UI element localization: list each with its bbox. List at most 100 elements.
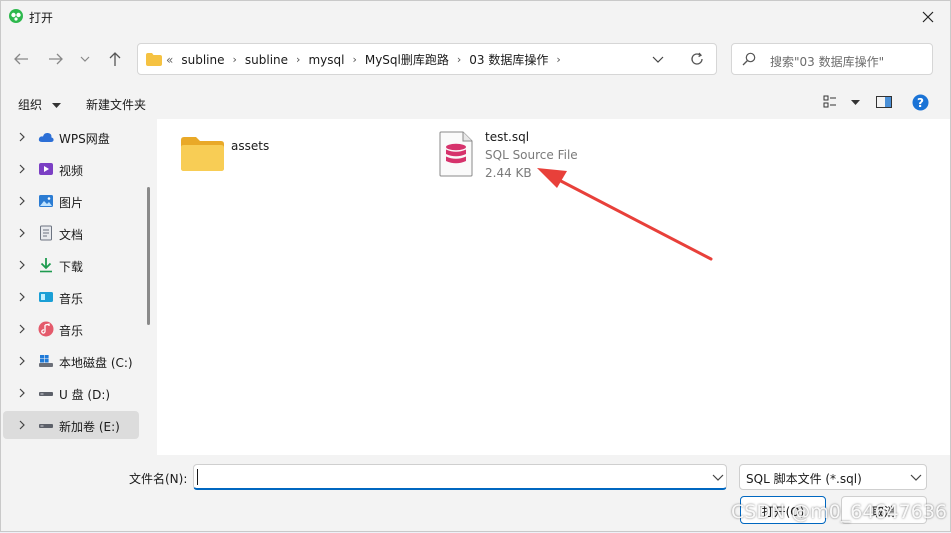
sidebar-scrollbar[interactable] [147,187,150,325]
organize-button[interactable]: 组织 [18,96,61,113]
navigation-bar: « subline › subline › mysql › MySql删库跑路 … [1,35,950,83]
breadcrumb-item[interactable]: subline [245,53,288,67]
breadcrumb-separator-icon[interactable]: › [296,53,300,66]
sidebar-item-downloads[interactable]: 下载 [3,251,139,279]
sidebar-item-label: WPS网盘 [59,132,110,146]
sidebar-item-label: 下载 [59,260,84,274]
sidebar-item-videos[interactable]: 视频 [3,155,139,183]
close-button[interactable] [912,5,944,29]
footer-bar: 文件名(N): SQL 脚本文件 (*.sql) 打开(O) 取消 [1,455,950,531]
address-bar[interactable]: « subline › subline › mysql › MySql删库跑路 … [137,43,717,75]
video-icon [39,163,53,175]
filename-label: 文件名(N): [129,472,188,486]
command-bar: 组织 新建文件夹 ? [1,89,950,117]
search-icon [742,52,756,66]
caret-down-icon [850,100,860,105]
organize-label: 组织 [18,98,43,112]
sidebar-item-label: 新加卷 (E:) [59,420,120,434]
breadcrumb-item[interactable]: mysql [308,53,344,67]
breadcrumb-item[interactable]: subline [181,53,224,67]
sidebar-item-drive-e[interactable]: 新加卷 (E:) [3,411,139,439]
open-button[interactable]: 打开(O) [740,496,826,524]
chevron-down-icon[interactable] [712,472,724,482]
sql-file-icon [439,131,473,177]
title-bar: 打开 [1,1,950,33]
sidebar-item-music-2[interactable]: 音乐 [3,315,139,343]
drive-icon [39,424,53,428]
chevron-right-icon[interactable] [19,324,26,334]
filename-field[interactable] [193,464,727,490]
chevron-right-icon[interactable] [19,356,26,366]
filetype-select[interactable]: SQL 脚本文件 (*.sql) [739,464,927,490]
folder-icon [181,137,224,171]
music-icon [38,321,54,337]
chevron-right-icon[interactable] [19,164,26,174]
file-size: 2.44 KB [485,166,532,180]
back-button[interactable] [10,49,32,69]
recent-locations-button[interactable] [75,49,95,69]
chevron-down-icon [80,56,90,62]
sidebar-item-pictures[interactable]: 图片 [3,187,139,215]
cloud-icon [38,132,54,142]
text-caret [197,469,198,485]
chevron-right-icon[interactable] [19,292,26,302]
chevron-right-icon[interactable] [19,228,26,238]
sidebar-item-drive-d[interactable]: U 盘 (D:) [3,379,139,407]
music-app-icon [39,292,53,302]
view-options-button[interactable] [823,95,860,112]
search-input[interactable]: 搜索"03 数据库操作" [770,53,884,70]
address-dropdown-icon[interactable] [652,54,664,64]
breadcrumb-separator-icon[interactable]: › [457,53,461,66]
caret-down-icon [51,102,61,108]
cancel-button-label: 取消 [871,505,896,519]
new-folder-button[interactable]: 新建文件夹 [86,96,146,113]
sidebar-item-drive-c[interactable]: 本地磁盘 (C:) [3,347,139,375]
breadcrumb-separator-icon[interactable]: › [556,53,560,66]
chevron-right-icon[interactable] [19,420,26,430]
file-name[interactable]: assets [231,139,269,153]
app-logo-icon [9,9,23,23]
window-title: 打开 [29,11,54,25]
chevron-right-icon[interactable] [19,132,26,142]
arrow-right-icon [49,53,63,65]
breadcrumb-separator-icon[interactable]: › [352,53,356,66]
breadcrumb-overflow[interactable]: « [166,53,173,67]
sidebar-item-label: 音乐 [59,324,84,338]
cancel-button[interactable]: 取消 [841,496,927,524]
help-icon: ? [912,94,929,111]
svg-text:?: ? [917,96,924,110]
sidebar-item-label: 文档 [59,228,84,242]
arrow-up-icon [109,52,121,66]
refresh-icon[interactable] [690,52,704,66]
arrow-left-icon [14,53,28,65]
open-button-label: 打开(O) [761,505,805,519]
up-button[interactable] [104,49,126,69]
chevron-right-icon[interactable] [19,388,26,398]
file-type: SQL Source File [485,148,578,162]
close-icon [922,11,934,23]
help-button[interactable]: ? [912,94,929,114]
breadcrumb-separator-icon[interactable]: › [232,53,236,66]
sidebar-item-label: U 盘 (D:) [59,388,111,402]
open-file-dialog: 打开 « subline › subline › mysql › MySql删库… [0,0,951,532]
file-name[interactable]: test.sql [485,130,529,144]
document-icon [40,225,52,241]
view-list-icon [823,95,836,108]
sidebar-item-music[interactable]: 音乐 [3,283,139,311]
sidebar-item-documents[interactable]: 文档 [3,219,139,247]
filetype-value: SQL 脚本文件 (*.sql) [746,472,862,486]
chevron-right-icon[interactable] [19,260,26,270]
navigation-pane: WPS网盘 视频 图片 文档 下载 音乐 音乐 本地磁盘 (C:) U 盘 (D… [1,119,147,455]
breadcrumb-item[interactable]: MySql删库跑路 [365,51,449,68]
sidebar-item-label: 图片 [59,196,84,210]
usb-drive-icon [39,392,53,396]
picture-icon [39,195,53,207]
search-box[interactable]: 搜索"03 数据库操作" [731,43,933,75]
forward-button[interactable] [45,49,67,69]
sidebar-item-wps-cloud[interactable]: WPS网盘 [3,123,139,151]
breadcrumb-item[interactable]: 03 数据库操作 [469,51,548,68]
chevron-right-icon[interactable] [19,196,26,206]
chevron-down-icon [910,474,922,481]
sidebar-item-label: 本地磁盘 (C:) [59,356,133,370]
preview-pane-button[interactable] [876,95,892,112]
